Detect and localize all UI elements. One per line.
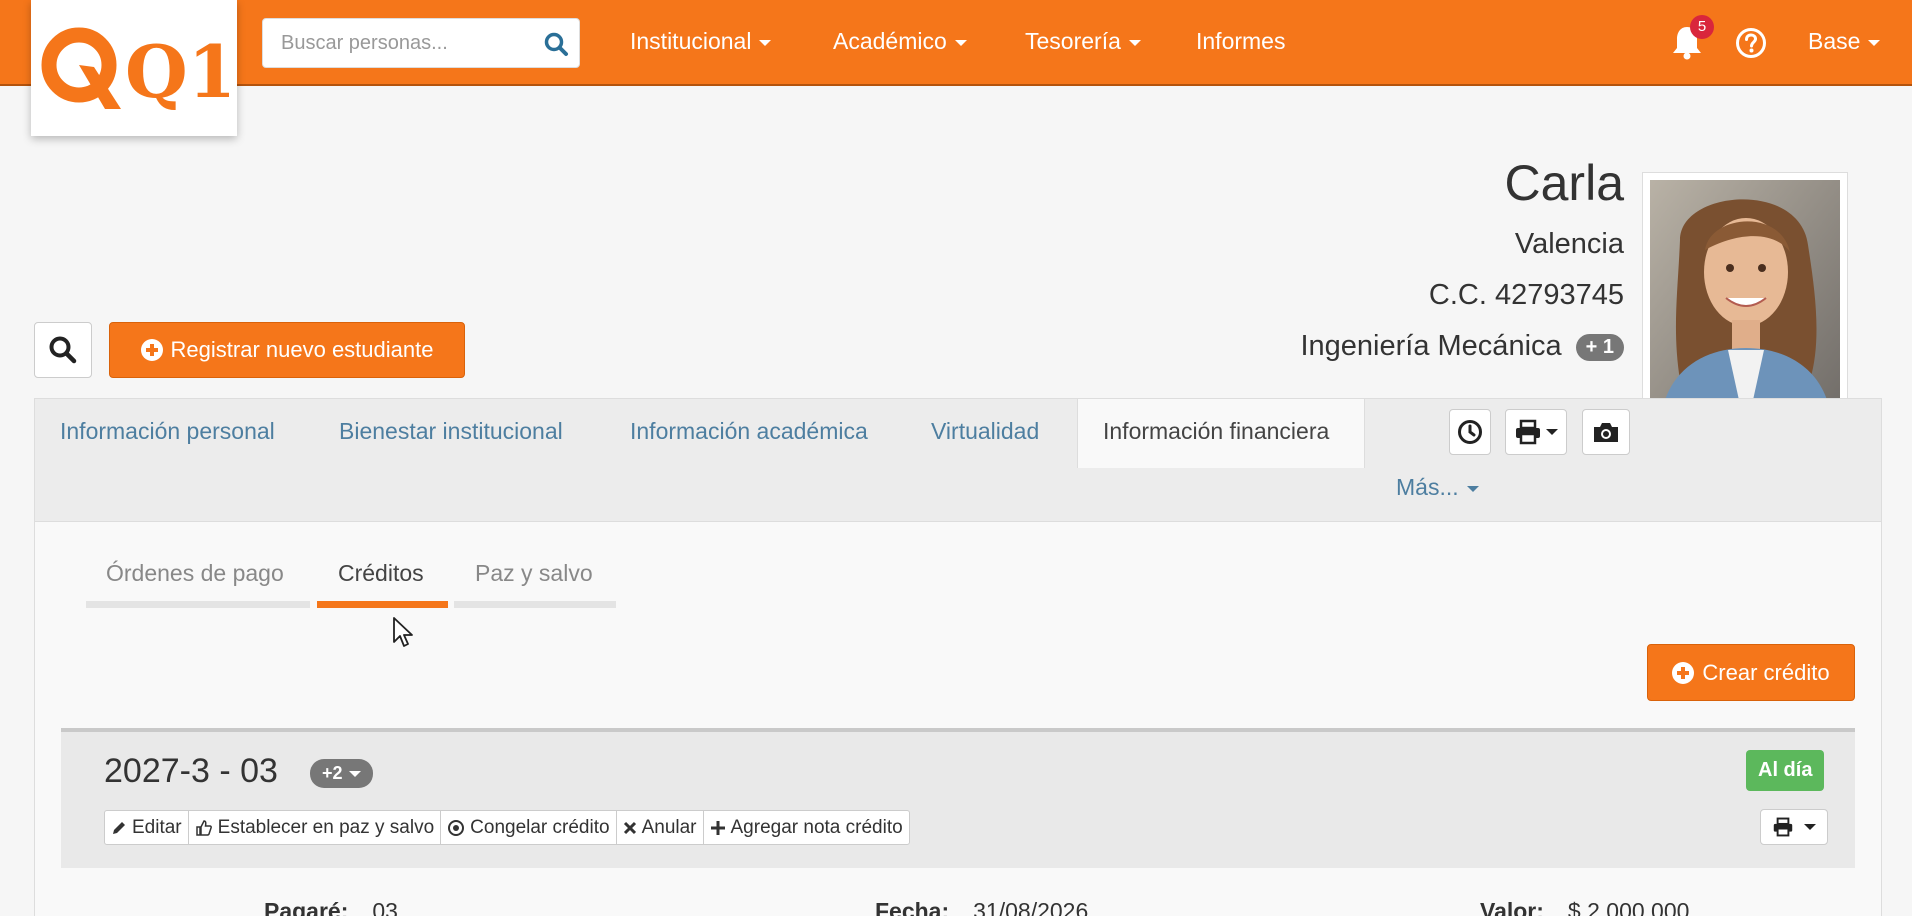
student-first-name: Carla	[1504, 155, 1624, 211]
student-last-name: Valencia	[1514, 228, 1624, 260]
history-button[interactable]	[1449, 409, 1491, 455]
pagare-value: 03	[372, 898, 398, 916]
user-menu[interactable]: Base	[1808, 28, 1881, 55]
create-credit-button[interactable]: Crear crédito	[1647, 644, 1855, 701]
search-icon	[49, 336, 77, 364]
tab-informacion-academica[interactable]: Información académica	[630, 418, 868, 445]
student-program: Ingeniería Mecánica + 1	[1300, 330, 1624, 363]
thumbs-up-icon	[195, 819, 212, 836]
nav-informes-label: Informes	[1196, 28, 1286, 54]
nav-institucional-label: Institucional	[630, 28, 752, 54]
svg-text:Q10: Q10	[125, 29, 229, 113]
help-icon[interactable]	[1735, 27, 1767, 59]
subtab-underline	[86, 601, 310, 608]
search-input[interactable]	[263, 19, 523, 67]
credit-actions-group: Editar Establecer en paz y salvo Congela…	[104, 810, 910, 845]
mouse-cursor-icon	[393, 617, 413, 647]
nav-academico-label: Académico	[833, 28, 947, 54]
tab-bienestar-institucional[interactable]: Bienestar institucional	[339, 418, 563, 445]
cancel-credit-label: Anular	[641, 816, 697, 838]
caret-down-icon	[759, 39, 772, 46]
print-icon	[1773, 817, 1793, 837]
search-icon[interactable]	[543, 31, 569, 57]
search-box	[262, 18, 580, 68]
tab-more[interactable]: Más...	[1396, 474, 1479, 501]
tab-virtualidad[interactable]: Virtualidad	[931, 418, 1039, 445]
subtab-underline	[454, 601, 616, 608]
print-dropdown-button[interactable]	[1505, 409, 1567, 455]
cancel-credit-button[interactable]: Anular	[617, 811, 704, 844]
edit-credit-label: Editar	[132, 816, 182, 838]
program-label: Ingeniería Mecánica	[1300, 330, 1562, 362]
add-credit-note-button[interactable]: Agregar nota crédito	[704, 811, 909, 844]
caret-down-icon	[954, 39, 967, 46]
tab-informacion-personal[interactable]: Información personal	[60, 418, 275, 445]
fecha-value: 31/08/2026	[973, 898, 1089, 916]
student-photo-image	[1650, 180, 1840, 432]
camera-button[interactable]	[1582, 409, 1630, 455]
clock-icon	[1458, 420, 1482, 444]
subtab-ordenes-de-pago[interactable]: Órdenes de pago	[106, 560, 284, 587]
search-student-button[interactable]	[34, 322, 92, 378]
tab-more-label: Más...	[1396, 474, 1459, 500]
add-credit-note-label: Agregar nota crédito	[730, 816, 903, 838]
edit-credit-button[interactable]: Editar	[105, 811, 189, 844]
credit-more-badge-label: +2	[322, 763, 343, 783]
caret-down-icon	[1466, 485, 1479, 492]
tab-informacion-financiera[interactable]: Información financiera	[1103, 418, 1329, 445]
freeze-credit-button[interactable]: Congelar crédito	[441, 811, 617, 844]
nav-informes[interactable]: Informes	[1196, 28, 1285, 55]
nav-academico[interactable]: Académico	[833, 28, 967, 55]
set-paz-y-salvo-button[interactable]: Establecer en paz y salvo	[189, 811, 442, 844]
nav-institucional[interactable]: Institucional	[630, 28, 772, 55]
user-menu-label: Base	[1808, 28, 1861, 54]
pencil-icon	[113, 821, 125, 834]
valor-label: Valor:	[1480, 898, 1544, 916]
extra-programs-badge[interactable]: + 1	[1575, 333, 1624, 361]
register-student-label: Registrar nuevo estudiante	[170, 337, 434, 362]
camera-icon	[1594, 423, 1618, 442]
freeze-credit-label: Congelar crédito	[470, 816, 610, 838]
register-student-button[interactable]: Registrar nuevo estudiante	[109, 322, 465, 378]
q10-logo-mark: Q10	[41, 27, 229, 113]
plus-circle-icon	[140, 339, 163, 361]
nav-tesoreria[interactable]: Tesorería	[1025, 28, 1141, 55]
plus-circle-icon	[1672, 661, 1695, 684]
credit-status-badge: Al día	[1746, 750, 1825, 791]
fecha-label: Fecha:	[875, 898, 950, 916]
student-id: C.C. 42793745	[1428, 279, 1624, 311]
caret-down-icon	[348, 771, 361, 778]
nav-tesoreria-label: Tesorería	[1025, 28, 1121, 54]
set-paz-y-salvo-label: Establecer en paz y salvo	[217, 816, 435, 838]
valor-value: $ 2.000.000	[1567, 898, 1690, 916]
plus-icon	[710, 820, 725, 835]
credit-title: 2027-3 - 03	[104, 752, 278, 790]
detail-pagare: Pagaré: 03	[264, 898, 398, 916]
dot-circle-icon	[448, 819, 465, 836]
subtab-creditos[interactable]: Créditos	[338, 560, 424, 587]
subtab-active-underline	[317, 601, 448, 608]
subtab-paz-y-salvo[interactable]: Paz y salvo	[475, 560, 593, 587]
close-icon	[623, 821, 636, 834]
pagare-label: Pagaré:	[264, 898, 349, 916]
caret-down-icon	[1804, 824, 1816, 830]
create-credit-label: Crear crédito	[1702, 659, 1830, 685]
detail-valor: Valor: $ 2.000.000	[1480, 898, 1689, 916]
q10-logo[interactable]: Q10	[31, 0, 237, 136]
credit-more-badge[interactable]: +2	[310, 759, 373, 788]
caret-down-icon	[1546, 429, 1558, 435]
credit-print-button[interactable]	[1760, 809, 1828, 845]
print-icon	[1516, 419, 1540, 445]
caret-down-icon	[1868, 39, 1881, 46]
notification-badge: 5	[1690, 15, 1714, 39]
caret-down-icon	[1128, 39, 1141, 46]
credit-card	[61, 728, 1855, 868]
detail-fecha: Fecha: 31/08/2026	[875, 898, 1088, 916]
